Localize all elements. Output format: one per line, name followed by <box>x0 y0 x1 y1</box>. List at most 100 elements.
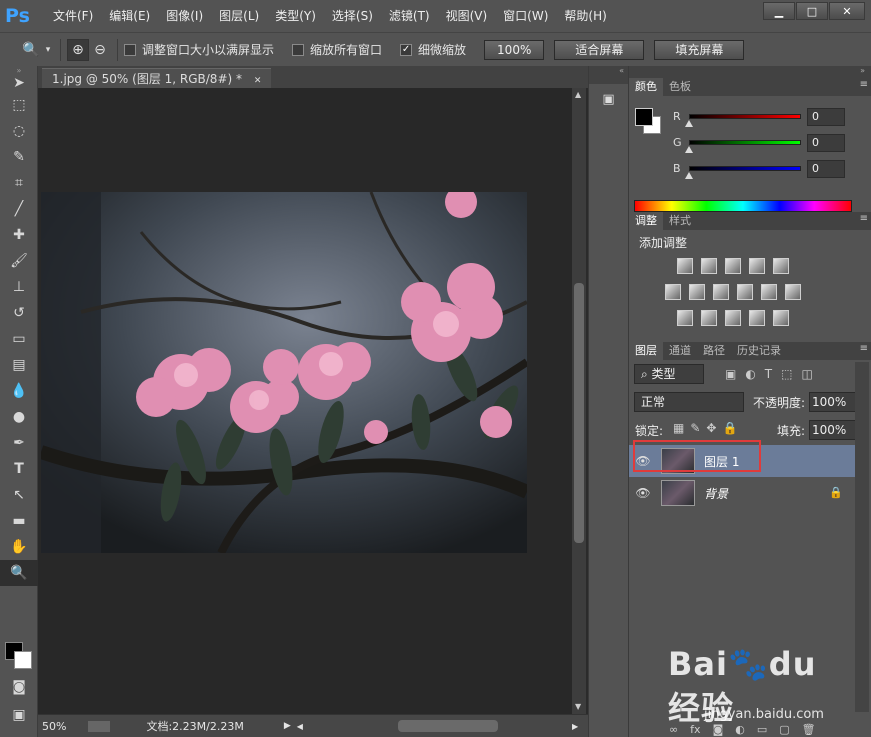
hand-tool-icon[interactable]: ✋ <box>0 534 38 560</box>
move-tool-icon[interactable]: ➤ <box>0 74 38 92</box>
green-thumb[interactable] <box>685 146 693 153</box>
blue-thumb[interactable] <box>685 172 693 179</box>
zoom-all-option[interactable]: 缩放所有窗口 <box>292 41 382 58</box>
red-thumb[interactable] <box>685 120 693 127</box>
hue-saturation-icon[interactable] <box>665 284 681 300</box>
tab-color[interactable]: 颜色 <box>629 78 663 96</box>
posterize-icon[interactable] <box>701 310 717 326</box>
gradient-tool-icon[interactable]: ▤ <box>0 352 38 378</box>
tool-preset-arrow-icon[interactable]: ▾ <box>42 39 54 61</box>
blend-mode-select[interactable]: 正常 <box>634 392 744 412</box>
history-icon[interactable]: ▣ <box>600 92 618 108</box>
tab-close-icon[interactable]: ✕ <box>254 76 262 86</box>
tab-swatches[interactable]: 色板 <box>663 78 697 96</box>
layer-filter-select[interactable]: ⌕ 类型 <box>634 364 704 384</box>
panels-collapse-icon[interactable]: » <box>629 66 871 78</box>
scrubby-zoom-checkbox[interactable]: ✓ <box>400 43 413 56</box>
brush-tool-icon[interactable]: 🖌 <box>0 248 38 274</box>
vertical-scrollbar[interactable]: ▲ ▼ <box>572 88 586 714</box>
horizontal-scroll-thumb[interactable] <box>398 720 498 732</box>
zoom-out-icon[interactable]: ⊖ <box>89 39 111 61</box>
blue-slider[interactable]: B 0 <box>669 160 869 180</box>
scroll-up-icon[interactable]: ▲ <box>575 90 581 99</box>
scroll-down-icon[interactable]: ▼ <box>575 702 581 711</box>
zoom-in-icon[interactable]: ⊕ <box>67 38 89 61</box>
red-value[interactable]: 0 <box>807 108 845 126</box>
collapse-icon[interactable]: » <box>0 66 38 75</box>
color-lookup-icon[interactable] <box>785 284 801 300</box>
threshold-icon[interactable] <box>725 310 741 326</box>
blue-value[interactable]: 0 <box>807 160 845 178</box>
menu-file[interactable]: 文件(F) <box>45 0 101 32</box>
panel-menu-icon[interactable]: ≡ <box>860 79 868 90</box>
fit-screen-button[interactable]: 适合屏幕 <box>554 39 645 60</box>
menu-filter[interactable]: 滤镜(T) <box>381 0 438 32</box>
lock-options-icons[interactable]: ▦✎✥🔒 <box>673 421 743 435</box>
layer-row[interactable]: 👁 背景 🔒 <box>629 477 855 509</box>
minimize-button[interactable]: ▁ <box>763 2 795 20</box>
green-value[interactable]: 0 <box>807 134 845 152</box>
quick-select-tool-icon[interactable]: ✎ <box>0 144 38 170</box>
menu-image[interactable]: 图像(I) <box>158 0 211 32</box>
scrubby-zoom-option[interactable]: ✓ 细微缩放 <box>400 41 466 58</box>
menu-edit[interactable]: 编辑(E) <box>101 0 158 32</box>
selective-color-icon[interactable] <box>749 310 765 326</box>
stamp-tool-icon[interactable]: ⊥ <box>0 274 38 300</box>
gradient-map-icon[interactable] <box>773 310 789 326</box>
photo-filter-icon[interactable] <box>737 284 753 300</box>
type-tool-icon[interactable]: T <box>0 456 38 482</box>
canvas-area[interactable] <box>38 88 572 714</box>
scroll-left-icon[interactable]: ◀ <box>297 722 303 731</box>
lasso-tool-icon[interactable]: ◌ <box>0 118 38 144</box>
pen-tool-icon[interactable]: ✒ <box>0 430 38 456</box>
menu-layer[interactable]: 图层(L) <box>211 0 267 32</box>
marquee-tool-icon[interactable]: ⬚ <box>0 92 38 118</box>
black-white-icon[interactable] <box>713 284 729 300</box>
blue-track[interactable] <box>689 166 801 171</box>
menu-window[interactable]: 窗口(W) <box>495 0 556 32</box>
tab-styles[interactable]: 样式 <box>663 212 697 230</box>
vertical-scroll-thumb[interactable] <box>574 283 584 543</box>
fill-screen-button[interactable]: 填充屏幕 <box>654 39 745 60</box>
eraser-tool-icon[interactable]: ▭ <box>0 326 38 352</box>
menu-select[interactable]: 选择(S) <box>324 0 381 32</box>
green-track[interactable] <box>689 140 801 145</box>
dodge-tool-icon[interactable]: ● <box>0 404 38 430</box>
screen-mode-icon[interactable]: ▣ <box>0 702 38 728</box>
crop-tool-icon[interactable]: ⌗ <box>0 170 38 196</box>
panel-menu-icon[interactable]: ≡ <box>860 343 868 354</box>
tab-channels[interactable]: 通道 <box>663 342 697 360</box>
exposure-icon[interactable] <box>749 258 765 274</box>
tab-history[interactable]: 历史记录 <box>731 342 787 360</box>
vibrance-icon[interactable] <box>773 258 789 274</box>
share-icon[interactable] <box>88 720 111 732</box>
menu-view[interactable]: 视图(V) <box>438 0 496 32</box>
layer-name[interactable]: 背景 <box>704 485 728 502</box>
eyedropper-tool-icon[interactable]: ╱ <box>0 196 38 222</box>
color-balance-icon[interactable] <box>689 284 705 300</box>
color-fg-swatch[interactable] <box>635 108 653 126</box>
status-menu-arrow-icon[interactable]: ▶ <box>284 721 291 731</box>
document-image[interactable] <box>41 192 527 553</box>
visibility-eye-icon[interactable]: 👁 <box>629 486 657 500</box>
close-button[interactable]: ✕ <box>829 2 865 20</box>
tab-adjustments[interactable]: 调整 <box>629 212 663 230</box>
curves-icon[interactable] <box>725 258 741 274</box>
blur-tool-icon[interactable]: 💧 <box>0 378 38 404</box>
levels-icon[interactable] <box>701 258 717 274</box>
menu-help[interactable]: 帮助(H) <box>556 0 614 32</box>
green-slider[interactable]: G 0 <box>669 134 869 154</box>
tab-paths[interactable]: 路径 <box>697 342 731 360</box>
brightness-icon[interactable] <box>677 258 693 274</box>
path-select-tool-icon[interactable]: ↖ <box>0 482 38 508</box>
healing-brush-tool-icon[interactable]: ✚ <box>0 222 38 248</box>
resize-windows-option[interactable]: 调整窗口大小以满屏显示 <box>124 41 274 58</box>
maximize-button[interactable]: □ <box>796 2 828 20</box>
zoom-100-button[interactable]: 100% <box>484 39 545 60</box>
zoom-level[interactable]: 50% <box>42 720 66 733</box>
menu-type[interactable]: 类型(Y) <box>267 0 324 32</box>
zoom-all-checkbox[interactable] <box>292 43 305 56</box>
resize-windows-checkbox[interactable] <box>124 43 136 56</box>
background-color-swatch[interactable] <box>14 651 32 669</box>
invert-icon[interactable] <box>677 310 693 326</box>
